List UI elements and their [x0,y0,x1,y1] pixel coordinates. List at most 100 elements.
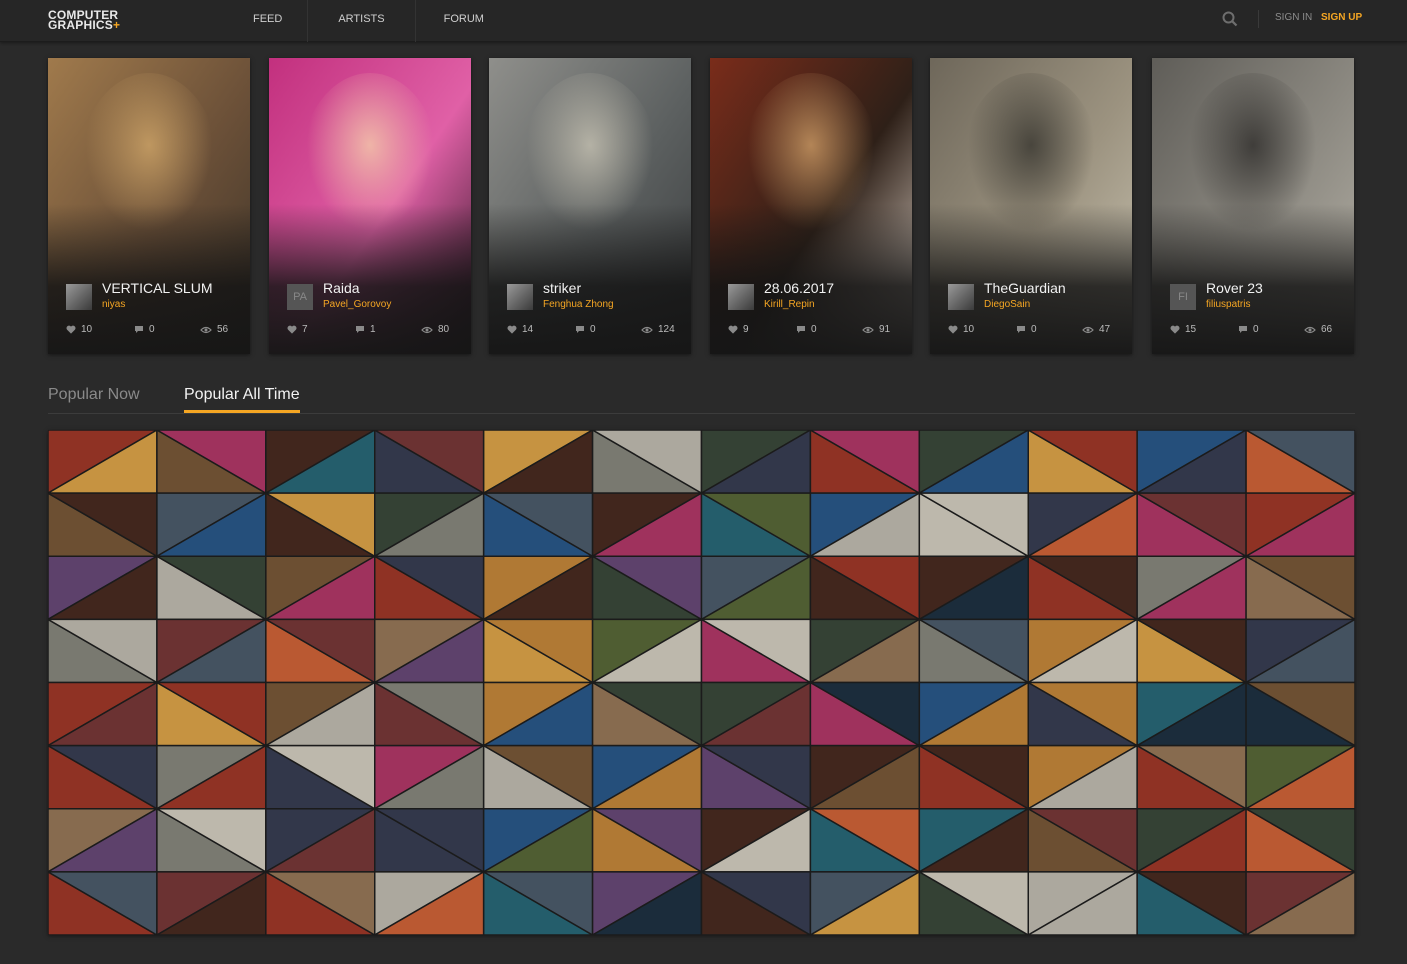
avatar[interactable] [507,284,533,310]
card-stats: 9 0 91 [710,324,912,340]
likes-stat[interactable]: 7 [287,324,308,335]
views-stat: 80 [421,324,449,335]
comments-count: 0 [811,324,817,335]
comment-icon [576,326,584,333]
comments-count: 0 [149,324,155,335]
views-count: 56 [217,324,229,335]
comments-stat[interactable]: 0 [1238,324,1259,335]
sign-in-link[interactable]: SIGN IN [1275,12,1312,23]
card-author[interactable]: Kirill_Repin [764,299,815,310]
comments-stat[interactable]: 1 [355,324,376,335]
likes-stat[interactable]: 9 [728,324,749,335]
featured-card[interactable]: 28.06.2017 Kirill_Repin 9 0 91 [710,58,912,354]
eye-icon [1082,326,1094,333]
heart-icon [948,325,958,334]
heart-icon [66,325,76,334]
comment-icon [1239,326,1247,333]
comments-stat[interactable]: 0 [134,324,155,335]
card-title[interactable]: striker [543,280,581,296]
main-nav: FEED ARTISTS FORUM [228,0,512,42]
heart-icon [1170,325,1180,334]
likes-stat[interactable]: 10 [948,324,974,335]
comments-count: 0 [590,324,596,335]
eye-icon [200,326,212,333]
avatar[interactable]: PA [287,284,313,310]
likes-stat[interactable]: 15 [1170,324,1196,335]
comment-icon [135,326,143,333]
comments-stat[interactable]: 0 [1016,324,1037,335]
card-stats: 10 0 56 [48,324,250,340]
comment-icon [797,326,805,333]
eye-icon [421,326,433,333]
nav-artists[interactable]: ARTISTS [308,0,416,42]
tab-popular-now[interactable]: Popular Now [48,386,140,413]
views-stat: 56 [200,324,228,335]
heart-icon [507,325,517,334]
heart-icon [287,325,297,334]
views-stat: 66 [1304,324,1332,335]
featured-card[interactable]: PA Raida Pavel_Gorovoy 7 1 80 [269,58,471,354]
comments-count: 0 [1031,324,1037,335]
featured-card[interactable]: striker Fenghua Zhong 14 0 124 [489,58,691,354]
card-stats: 15 0 66 [1152,324,1354,340]
likes-stat[interactable]: 14 [507,324,533,335]
comments-stat[interactable]: 0 [796,324,817,335]
views-stat: 124 [641,324,675,335]
views-count: 91 [879,324,891,335]
avatar[interactable] [948,284,974,310]
views-stat: 91 [862,324,890,335]
logo-plus: + [112,18,121,32]
avatar[interactable]: FI [1170,284,1196,310]
likes-count: 10 [81,324,93,335]
eye-icon [862,326,874,333]
likes-count: 7 [302,324,308,335]
nav-feed[interactable]: FEED [228,0,309,42]
featured-card[interactable]: FI Rover 23 filiuspatris 15 0 66 [1152,58,1354,354]
views-count: 66 [1321,324,1333,335]
nav-forum[interactable]: FORUM [416,0,512,42]
card-author[interactable]: Pavel_Gorovoy [323,299,391,310]
card-stats: 7 1 80 [269,324,471,340]
comments-count: 1 [370,324,376,335]
comments-count: 0 [1253,324,1259,335]
tab-popular-all-time[interactable]: Popular All Time [184,386,300,413]
card-author[interactable]: filiuspatris [1206,299,1250,310]
featured-card[interactable]: VERTICAL SLUM niyas 10 0 56 [48,58,250,354]
card-author[interactable]: DiegoSain [984,299,1030,310]
avatar[interactable] [66,284,92,310]
top-navigation-bar: COMPUTER GRAPHICS+ FEED ARTISTS FORUM SI… [0,0,1407,42]
featured-card[interactable]: TheGuardian DiegoSain 10 0 47 [930,58,1132,354]
site-logo[interactable]: COMPUTER GRAPHICS+ [48,9,121,32]
comments-stat[interactable]: 0 [575,324,596,335]
card-author[interactable]: niyas [102,299,125,310]
eye-icon [641,326,653,333]
avatar[interactable] [728,284,754,310]
views-stat: 47 [1082,324,1110,335]
search-icon[interactable] [1222,11,1238,27]
card-stats: 14 0 124 [489,324,691,340]
likes-stat[interactable]: 10 [66,324,92,335]
logo-line-2: GRAPHICS [48,18,113,32]
sign-up-link[interactable]: SIGN UP [1321,12,1362,23]
views-count: 80 [438,324,450,335]
card-title[interactable]: Raida [323,280,360,296]
views-count: 124 [658,324,675,335]
card-title[interactable]: TheGuardian [984,280,1066,296]
comment-icon [1017,326,1025,333]
heart-icon [728,325,738,334]
card-stats: 10 0 47 [930,324,1132,340]
card-title[interactable]: Rover 23 [1206,280,1263,296]
card-title[interactable]: VERTICAL SLUM [102,280,212,296]
auth-divider [1258,10,1259,28]
likes-count: 14 [522,324,534,335]
comment-icon [356,326,364,333]
likes-count: 10 [963,324,975,335]
eye-icon [1304,326,1316,333]
card-title[interactable]: 28.06.2017 [764,280,834,296]
views-count: 47 [1099,324,1111,335]
card-author[interactable]: Fenghua Zhong [543,299,614,310]
mosaic-shade [48,430,1355,935]
artwork-mosaic [48,430,1355,935]
likes-count: 9 [743,324,749,335]
likes-count: 15 [1185,324,1197,335]
